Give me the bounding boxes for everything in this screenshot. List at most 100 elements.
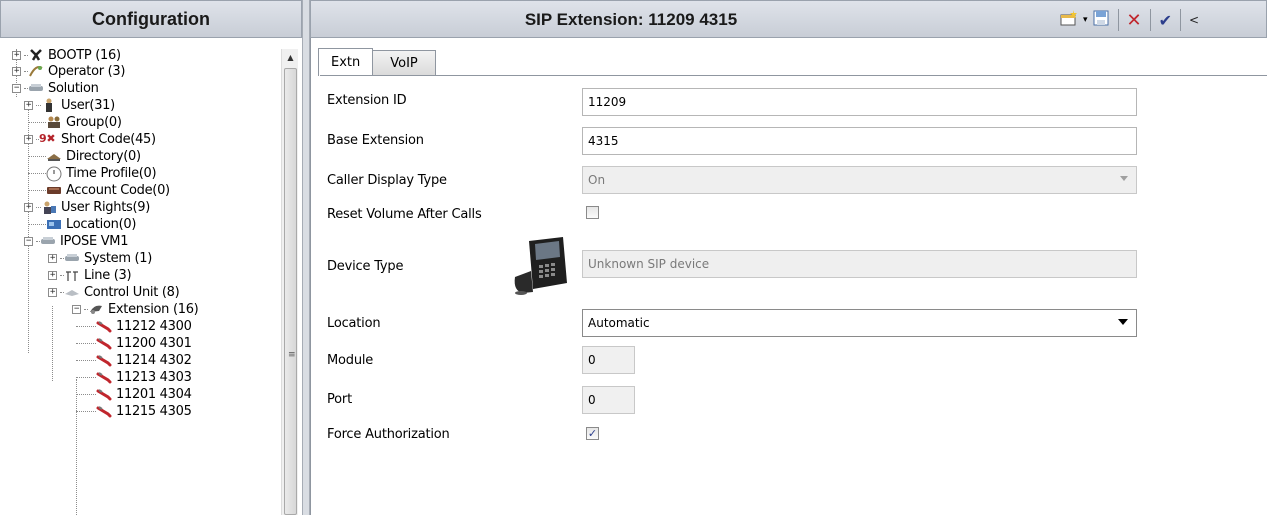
tree-item-group[interactable]: Group(0): [28, 113, 122, 131]
back-icon: <: [1189, 13, 1200, 27]
tree-item-location[interactable]: Location(0): [28, 215, 136, 233]
tab-extn[interactable]: Extn: [318, 48, 374, 76]
phone-handset-icon: [96, 370, 112, 384]
expand-icon[interactable]: +: [24, 202, 33, 212]
delete-icon: ✕: [1126, 9, 1142, 31]
tree-item-user[interactable]: + User(31): [24, 96, 115, 114]
extension-icon: [88, 302, 104, 316]
tree-item-label: Extension (16): [108, 301, 199, 317]
collapse-icon[interactable]: −: [12, 83, 21, 93]
toolbar-separator: [1149, 9, 1151, 31]
tree-item-label: IPOSE VM1: [60, 233, 129, 249]
location-label: Location: [327, 316, 381, 331]
ok-button[interactable]: ✔: [1159, 8, 1172, 32]
tree-item-extension-entry[interactable]: 11212 4300: [76, 317, 192, 335]
caller-display-type-select[interactable]: On: [582, 166, 1137, 194]
tree-item-operator[interactable]: + Operator (3): [12, 62, 125, 80]
tree-item-label: Location(0): [66, 216, 137, 232]
panel-splitter[interactable]: [302, 0, 310, 515]
tree-item-directory[interactable]: Directory(0): [28, 147, 141, 165]
new-dropdown-button[interactable]: ▾: [1083, 8, 1088, 32]
expand-icon[interactable]: +: [48, 287, 57, 297]
caller-display-type-value: On: [588, 173, 606, 187]
module-field[interactable]: 0: [582, 346, 635, 374]
expand-icon[interactable]: +: [48, 253, 57, 263]
collapse-icon[interactable]: −: [24, 236, 33, 246]
system-icon: [40, 234, 56, 248]
tree-item-label: 11213 4303: [116, 369, 192, 385]
expand-icon[interactable]: +: [24, 100, 33, 110]
tree-item-label: Operator (3): [48, 63, 126, 79]
tree-item-extension-entry[interactable]: 11215 4305: [76, 402, 192, 420]
tree-guide-line: [52, 306, 53, 381]
tree-item-time-profile[interactable]: Time Profile(0): [28, 164, 157, 182]
save-icon: [1092, 9, 1110, 31]
port-field[interactable]: 0: [582, 386, 635, 414]
back-button[interactable]: <: [1189, 8, 1199, 32]
tree-item-extension[interactable]: − Extension (16): [72, 300, 199, 318]
reset-volume-checkbox[interactable]: [586, 206, 599, 219]
location-icon: [46, 217, 62, 231]
tree-item-account-code[interactable]: Account Code(0): [28, 181, 170, 199]
user-icon: [41, 98, 57, 112]
location-select[interactable]: Automatic: [582, 309, 1137, 337]
tree-item-system[interactable]: + System (1): [48, 249, 152, 267]
device-type-field[interactable]: Unknown SIP device: [582, 250, 1137, 278]
tree-scrollbar[interactable]: ▲ ≡: [281, 49, 298, 515]
tree-item-extension-entry[interactable]: 11214 4302: [76, 351, 192, 369]
force-authorization-checkbox[interactable]: ✓: [586, 427, 599, 440]
tree-item-extension-entry[interactable]: 11200 4301: [76, 334, 192, 352]
clock-icon: [46, 166, 62, 182]
line-icon: [64, 268, 80, 282]
new-icon: [1059, 9, 1079, 31]
configuration-tree: + BOOTP (16) + Operator (3) − Solution +…: [12, 49, 278, 515]
tree-item-label: BOOTP (16): [48, 49, 121, 63]
phone-handset-icon: [96, 353, 112, 367]
expand-icon[interactable]: +: [24, 134, 33, 144]
system-icon: [64, 251, 80, 265]
tree-item-extension-entry[interactable]: 11213 4303: [76, 368, 192, 386]
save-button[interactable]: [1092, 8, 1110, 32]
tree-item-control-unit[interactable]: + Control Unit (8): [48, 283, 180, 301]
reset-volume-label: Reset Volume After Calls: [327, 207, 482, 222]
tree-item-user-rights[interactable]: + User Rights(9): [24, 198, 150, 216]
delete-button[interactable]: ✕: [1127, 8, 1142, 32]
tree-item-label: Account Code(0): [66, 182, 170, 198]
scrollbar-thumb[interactable]: ≡: [284, 68, 297, 515]
tree-item-ipose-vm1[interactable]: − IPOSE VM1: [24, 232, 128, 250]
expand-icon[interactable]: +: [48, 270, 57, 280]
toolbar-separator: [1117, 9, 1119, 31]
tree-item-line[interactable]: + Line (3): [48, 266, 132, 284]
base-extension-label: Base Extension: [327, 133, 424, 148]
tree-item-solution[interactable]: − Solution: [12, 79, 99, 97]
tree-item-extension-entry[interactable]: 11201 4304: [76, 385, 192, 403]
solution-icon: [28, 81, 44, 95]
tree-item-label: 11212 4300: [116, 318, 192, 334]
caller-display-type-label: Caller Display Type: [327, 173, 447, 188]
configuration-header: Configuration: [0, 0, 302, 38]
short-code-icon: 9✖: [39, 132, 56, 145]
tree-item-label: Time Profile(0): [66, 165, 157, 181]
tree-item-label: Control Unit (8): [84, 284, 180, 300]
new-button[interactable]: [1059, 8, 1079, 32]
expand-icon[interactable]: +: [12, 50, 21, 60]
scroll-up-icon[interactable]: ▲: [282, 49, 299, 66]
bootp-icon: [28, 49, 44, 62]
user-rights-icon: [41, 200, 57, 214]
base-extension-field[interactable]: 4315: [582, 127, 1137, 155]
tree-item-label: System (1): [84, 250, 153, 266]
port-label: Port: [327, 392, 352, 407]
tab-divider: [320, 75, 1267, 76]
tab-voip[interactable]: VoIP: [373, 50, 436, 76]
expand-icon[interactable]: +: [12, 66, 21, 76]
phone-handset-icon: [96, 404, 112, 418]
chevron-down-icon: [1120, 176, 1128, 181]
collapse-icon[interactable]: −: [72, 304, 81, 314]
extension-id-field[interactable]: 11209: [582, 88, 1137, 116]
grip-icon: ≡: [288, 350, 296, 360]
control-unit-icon: [64, 285, 80, 299]
phone-handset-icon: [96, 387, 112, 401]
tree-item-short-code[interactable]: + 9✖ Short Code(45): [24, 130, 156, 148]
ip-phone-icon: [511, 235, 571, 297]
tree-item-label: 11201 4304: [116, 386, 192, 402]
